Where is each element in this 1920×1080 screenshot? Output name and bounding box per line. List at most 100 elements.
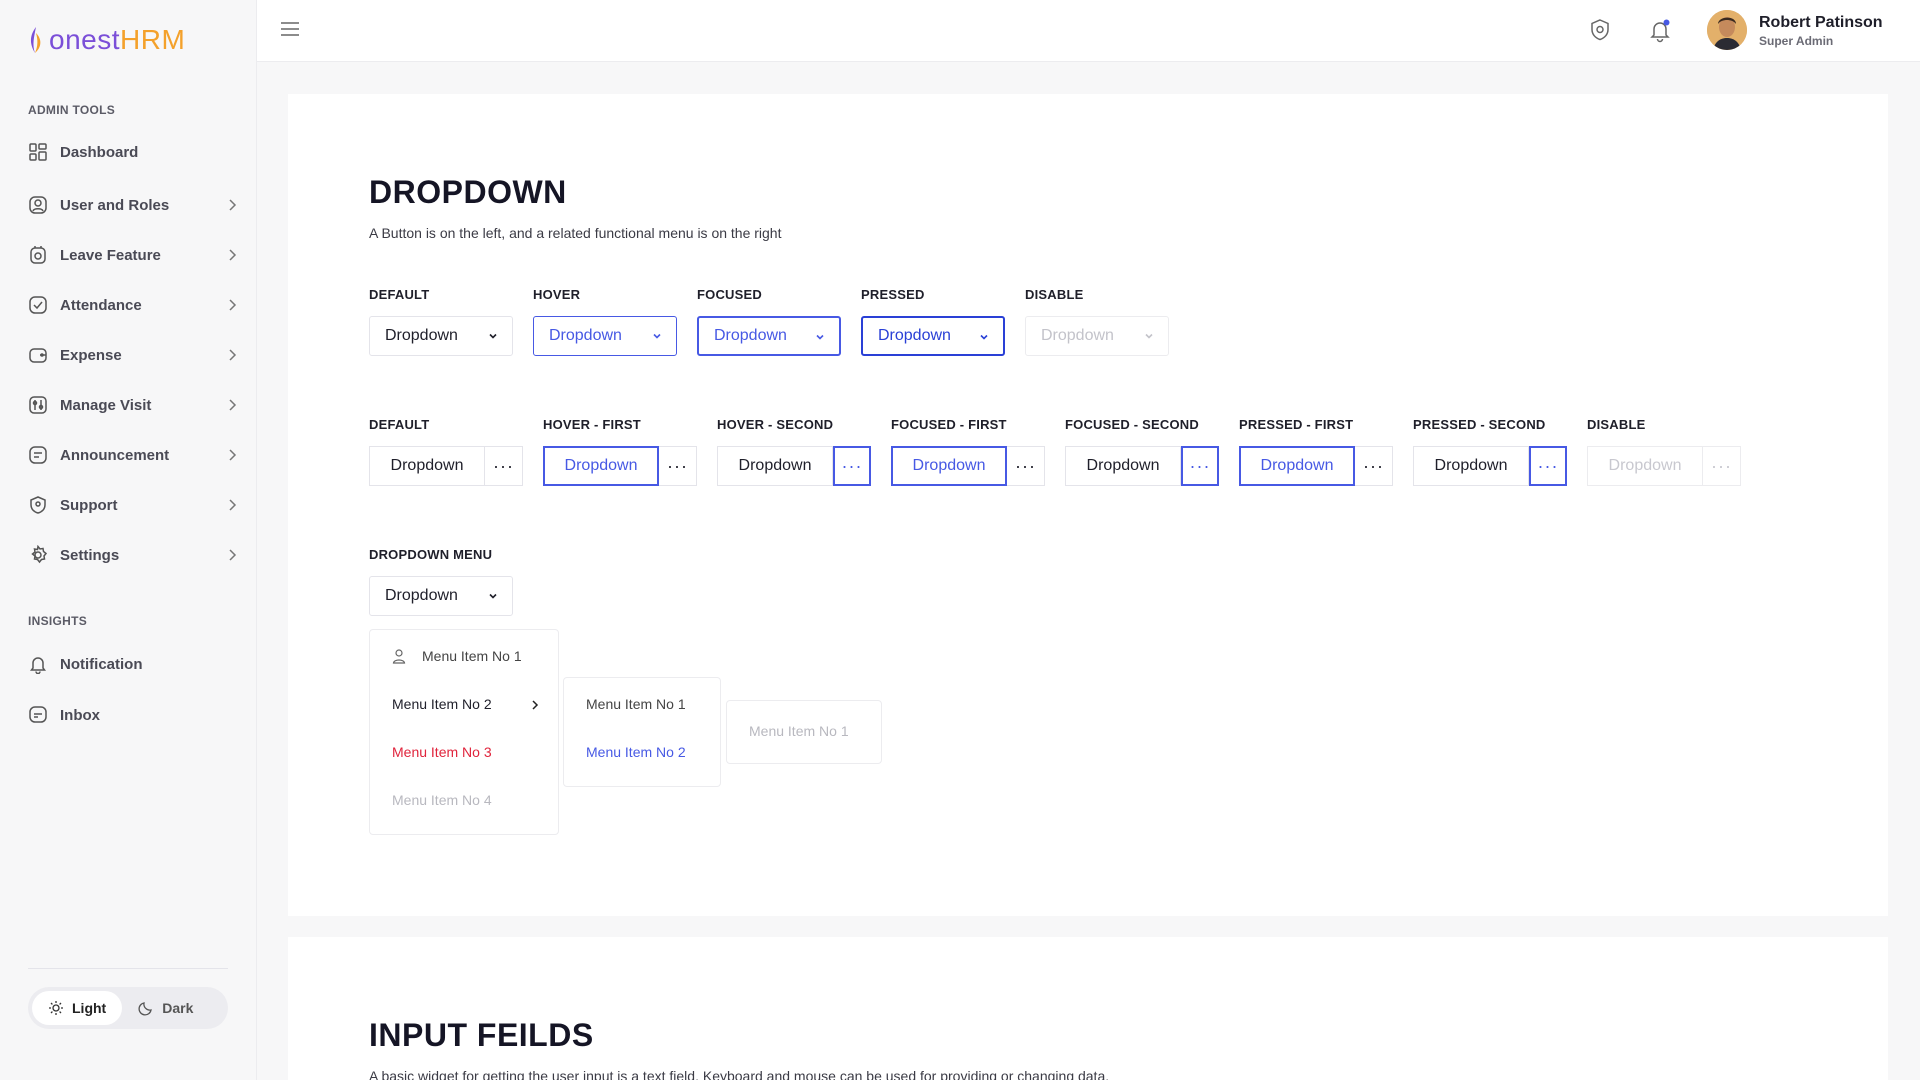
more-options-icon[interactable]: ··· <box>1355 446 1393 486</box>
split-main-button[interactable]: Dropdown <box>369 446 485 486</box>
split-main-button[interactable]: Dropdown <box>1239 446 1355 486</box>
dashboard-icon <box>28 142 48 162</box>
chevron-right-icon <box>229 349 237 361</box>
split-main-button[interactable]: Dropdown <box>1065 446 1181 486</box>
sidebar-item-label: Manage Visit <box>60 396 152 414</box>
admin-tools-label: ADMIN TOOLS <box>28 103 116 117</box>
split-main-button[interactable]: Dropdown <box>543 446 659 486</box>
avatar[interactable] <box>1707 10 1747 50</box>
insights-label: INSIGHTS <box>28 614 88 628</box>
dropdown-menu-label: DROPDOWN MENU <box>369 547 493 562</box>
submenu-item-1[interactable]: Menu Item No 1 <box>586 696 686 712</box>
theme-dark-button[interactable]: Dark <box>122 991 209 1025</box>
dropdown-focused[interactable]: Dropdown <box>697 316 841 356</box>
state-label: FOCUSED - FIRST <box>891 417 1007 432</box>
split-main-button[interactable]: Dropdown <box>717 446 833 486</box>
topbar: Robert Patinson Super Admin <box>257 0 1920 62</box>
menu-item-2[interactable]: Menu Item No 2 <box>392 696 540 712</box>
split-main-button[interactable]: Dropdown <box>1413 446 1529 486</box>
sidebar-item-expense[interactable]: Expense <box>28 341 238 369</box>
sidebar-item-leave[interactable]: Leave Feature <box>28 241 238 269</box>
dropdown-pressed[interactable]: Dropdown <box>861 316 1005 356</box>
more-options-icon[interactable]: ··· <box>1529 446 1567 486</box>
chevron-down-icon <box>489 593 497 599</box>
menu-item-label: Menu Item No 1 <box>422 648 522 664</box>
shield-settings-icon[interactable] <box>1587 17 1613 43</box>
input-fields-section: INPUT FEILDS A basic widget for getting … <box>288 937 1888 1080</box>
more-options-icon[interactable]: ··· <box>833 446 871 486</box>
menu-item-label: Menu Item No 1 <box>586 696 686 712</box>
state-label: DISABLE <box>1587 417 1646 432</box>
sidebar-item-inbox[interactable]: Inbox <box>28 701 238 729</box>
menu-item-label: Menu Item No 2 <box>586 744 686 760</box>
state-label: HOVER <box>533 287 581 302</box>
split-dropdown-focused-first: Dropdown ··· <box>891 446 1045 486</box>
section-title: INPUT FEILDS <box>369 1017 594 1053</box>
submenu-item-2[interactable]: Menu Item No 2 <box>586 744 686 760</box>
menu-item-label: Menu Item No 4 <box>392 792 492 808</box>
state-label: FOCUSED <box>697 287 762 302</box>
chevron-down-icon <box>653 333 661 339</box>
sidebar-divider <box>28 968 228 969</box>
brand-name-part2: HRM <box>120 24 186 55</box>
sidebar-item-label: Leave Feature <box>60 246 161 264</box>
sidebar-item-label: Attendance <box>60 296 142 314</box>
more-options-icon[interactable]: ··· <box>1181 446 1219 486</box>
section-title: DROPDOWN <box>369 174 567 210</box>
sidebar-item-announcement[interactable]: Announcement <box>28 441 238 469</box>
split-dropdown-default: Dropdown ··· <box>369 446 523 486</box>
theme-light-button[interactable]: Light <box>32 991 123 1025</box>
sidebar-item-settings[interactable]: Settings <box>28 541 238 569</box>
dropdown-menu-button[interactable]: Dropdown <box>369 576 513 616</box>
more-options-icon: ··· <box>1703 446 1741 486</box>
chevron-right-icon <box>229 449 237 461</box>
theme-toggle: Light Dark <box>28 987 228 1029</box>
sidebar-item-attendance[interactable]: Attendance <box>28 291 238 319</box>
chevron-right-icon <box>229 299 237 311</box>
menu-item-1[interactable]: Menu Item No 1 <box>392 648 522 664</box>
sidebar-item-dashboard[interactable]: Dashboard <box>28 138 238 166</box>
user-icon <box>392 649 406 664</box>
dropdown-hover[interactable]: Dropdown <box>533 316 677 356</box>
section-description: A basic widget for getting the user inpu… <box>369 1068 1110 1080</box>
dropdown-section: DROPDOWN A Button is on the left, and a … <box>288 94 1888 916</box>
chevron-right-icon <box>229 399 237 411</box>
section-description: A Button is on the left, and a related f… <box>369 225 782 241</box>
sidebar-item-label: Settings <box>60 546 120 564</box>
sidebar-item-label: Dashboard <box>60 143 139 161</box>
chevron-down-icon <box>980 334 988 340</box>
menu-item-label: Menu Item No 1 <box>749 723 849 739</box>
sidebar-item-user-roles[interactable]: User and Roles <box>28 191 238 219</box>
menu-item-3[interactable]: Menu Item No 3 <box>392 744 492 760</box>
moon-icon <box>138 1002 153 1016</box>
dropdown-label: Dropdown <box>1041 327 1114 344</box>
chevron-right-icon <box>532 700 539 710</box>
more-options-icon[interactable]: ··· <box>1007 446 1045 486</box>
state-label: PRESSED <box>861 287 925 302</box>
more-options-icon[interactable]: ··· <box>659 446 697 486</box>
sidebar-item-label: Notification <box>60 655 143 673</box>
menu-item-label: Menu Item No 3 <box>392 744 492 760</box>
split-dropdown-focused-second: Dropdown ··· <box>1065 446 1219 486</box>
bell-icon[interactable] <box>1647 17 1673 43</box>
chevron-right-icon <box>229 199 237 211</box>
announcement-icon <box>28 445 48 465</box>
brand-logo[interactable]: onest HRM <box>27 24 185 56</box>
sidebar-item-notification[interactable]: Notification <box>28 650 238 678</box>
more-options-icon[interactable]: ··· <box>485 446 523 486</box>
dropdown-default[interactable]: Dropdown <box>369 316 513 356</box>
split-dropdown-hover-first: Dropdown ··· <box>543 446 697 486</box>
menu-item-4: Menu Item No 4 <box>392 792 492 808</box>
dropdown-disabled: Dropdown <box>1025 316 1169 356</box>
attendance-icon <box>28 295 48 315</box>
user-name[interactable]: Robert Patinson <box>1759 14 1883 32</box>
state-label: DEFAULT <box>369 287 430 302</box>
dropdown-label: Dropdown <box>549 327 622 344</box>
theme-light-label: Light <box>72 1000 107 1016</box>
split-dropdown-pressed-second: Dropdown ··· <box>1413 446 1567 486</box>
sidebar-item-manage-visit[interactable]: Manage Visit <box>28 391 238 419</box>
split-main-button[interactable]: Dropdown <box>891 446 1007 486</box>
menu-toggle-icon[interactable] <box>279 20 301 38</box>
leave-icon <box>28 245 48 265</box>
sidebar-item-support[interactable]: Support <box>28 491 238 519</box>
